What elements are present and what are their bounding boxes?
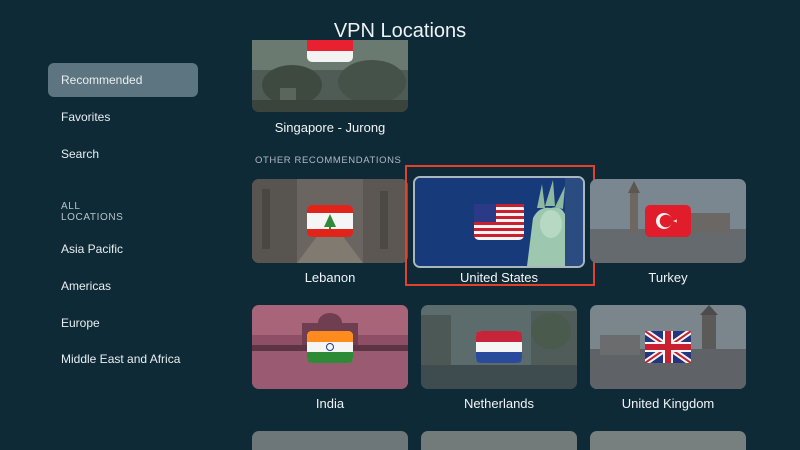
location-card-singapore[interactable]: Singapore - Jurong [252,40,408,135]
sidebar-item-favorites[interactable]: Favorites [48,100,198,134]
location-image [590,431,746,450]
uk-flag-icon [645,331,691,363]
turkey-flag-icon [645,205,691,237]
singapore-flag-icon [307,40,353,62]
location-image [252,179,408,263]
location-label: Lebanon [304,270,356,285]
section-title-other: OTHER RECOMMENDATIONS [255,155,402,166]
location-label: Netherlands [463,396,535,411]
location-card-united-kingdom[interactable]: United Kingdom [590,305,746,411]
location-image [590,305,746,389]
sidebar-item-search[interactable]: Search [48,137,198,171]
sidebar-item-middle-east-africa[interactable]: Middle East and Africa [48,342,198,376]
sidebar-item-europe[interactable]: Europe [48,306,198,340]
location-image [252,305,408,389]
location-image [590,179,746,263]
location-card-partial[interactable] [252,431,408,450]
location-label: Singapore - Jurong [274,120,386,135]
sidebar-section-title: ALL LOCATIONS [61,201,124,223]
sidebar-item-recommended[interactable]: Recommended [48,63,198,97]
lebanon-flag-icon [307,205,353,237]
location-image [421,305,577,389]
location-label: India [315,396,345,411]
sidebar-item-asia-pacific[interactable]: Asia Pacific [48,232,198,266]
location-card-india[interactable]: India [252,305,408,411]
sidebar-item-americas[interactable]: Americas [48,269,198,303]
focus-highlight [405,165,595,286]
location-card-netherlands[interactable]: Netherlands [421,305,577,411]
location-card-turkey[interactable]: Turkey [590,179,746,285]
location-image [252,431,408,450]
netherlands-flag-icon [476,331,522,363]
location-label: Turkey [648,270,688,285]
location-card-partial[interactable] [421,431,577,450]
india-flag-icon [307,331,353,363]
location-card-lebanon[interactable]: Lebanon [252,179,408,285]
location-image [421,431,577,450]
location-card-partial[interactable] [590,431,746,450]
location-label: United Kingdom [621,396,715,411]
location-image [252,40,408,112]
